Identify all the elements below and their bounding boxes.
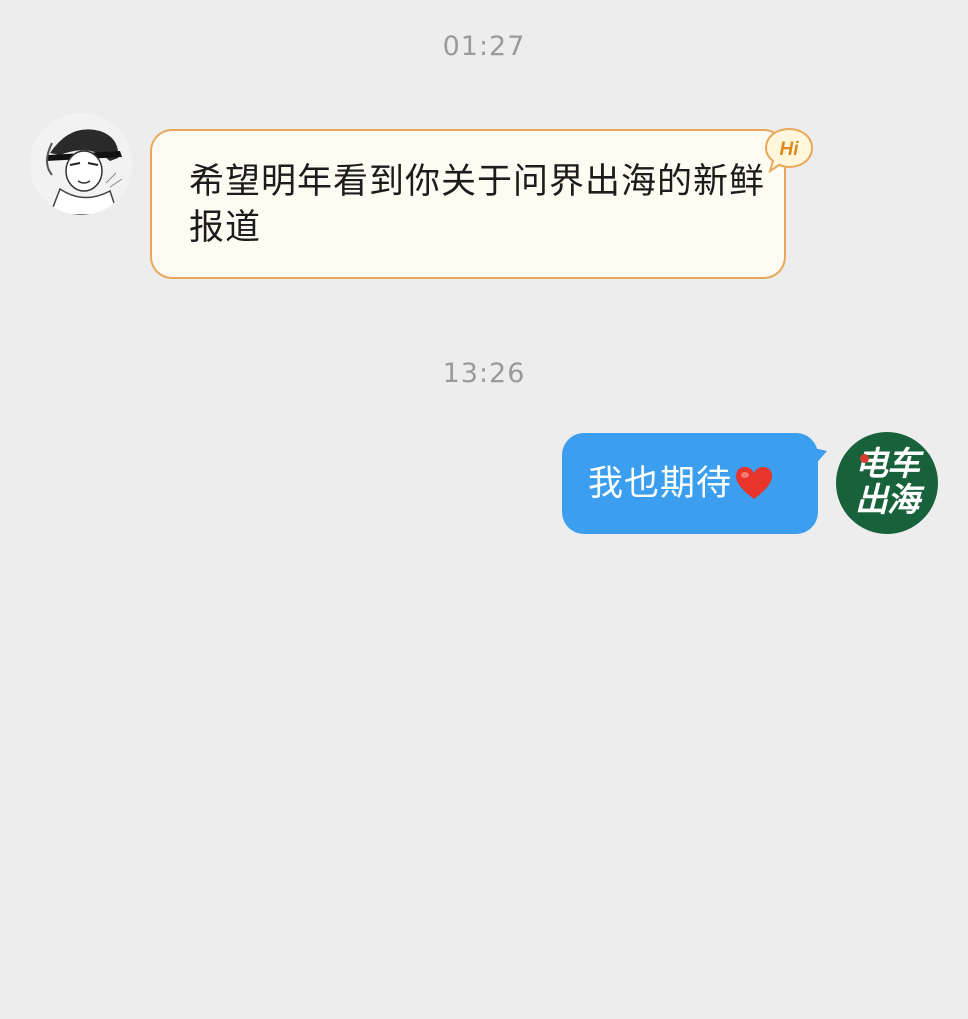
outgoing-message-text: 我也期待 [588, 464, 733, 504]
outgoing-message-bubble[interactable]: 我也期待 [562, 433, 818, 534]
incoming-message-text: 希望明年看到你关于问界出海的新鲜报道 [189, 162, 766, 248]
sender-avatar[interactable] [30, 113, 132, 215]
manga-character-avatar-icon [30, 113, 132, 215]
red-heart-icon [736, 467, 773, 499]
self-avatar[interactable]: 电车 出海 [836, 432, 938, 534]
hi-badge-icon[interactable]: Hi [764, 127, 814, 173]
outgoing-bubble-tail [814, 448, 827, 466]
message-timestamp: 01:27 [442, 31, 526, 62]
outgoing-message-content: 我也期待 [588, 463, 774, 505]
logo-text-line1: 电车 [855, 444, 920, 483]
logo-text-line2: 出海 [855, 480, 920, 519]
logo-red-dot-icon [860, 454, 869, 463]
hi-badge-label: Hi [780, 139, 800, 160]
message-timestamp: 13:26 [442, 358, 526, 389]
incoming-message-bubble[interactable]: 希望明年看到你关于问界出海的新鲜报道 [150, 129, 786, 279]
